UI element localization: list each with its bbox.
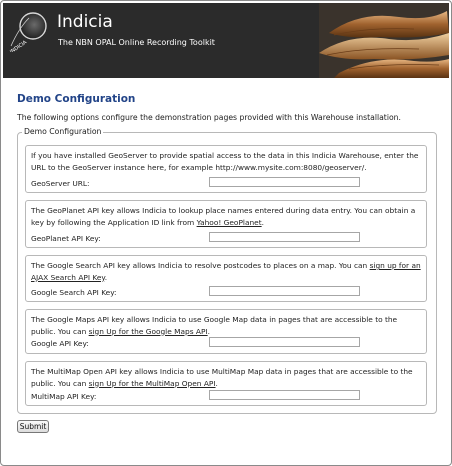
multimap-api-key-label: MultiMap API Key: xyxy=(31,392,97,401)
multimap-api-key-input[interactable] xyxy=(209,390,360,400)
geoplanet-section: The GeoPlanet API key allows Indicia to … xyxy=(25,200,427,248)
bracket-fungus-image xyxy=(319,3,449,78)
submit-button[interactable]: Submit xyxy=(17,420,49,433)
google-maps-signup-link[interactable]: sign Up for the Google Maps API xyxy=(89,327,208,336)
google-search-api-key-input[interactable] xyxy=(209,286,360,296)
geoplanet-api-key-label: GeoPlanet API Key: xyxy=(31,234,101,243)
geoserver-url-input[interactable] xyxy=(209,177,360,187)
google-api-key-label: Google API Key: xyxy=(31,339,89,348)
geoserver-description: If you have installed GeoServer to provi… xyxy=(31,150,423,173)
google-maps-description: The Google Maps API key allows Indicia t… xyxy=(31,314,423,337)
geoplanet-description-end: . xyxy=(261,217,264,227)
google-search-api-key-label: Google Search API Key: xyxy=(31,288,117,297)
google-search-description: The Google Search API key allows Indicia… xyxy=(31,260,423,283)
google-maps-description-end: . xyxy=(207,326,210,336)
geoserver-section: If you have installed GeoServer to provi… xyxy=(25,145,427,193)
google-maps-section: The Google Maps API key allows Indicia t… xyxy=(25,309,427,354)
indicia-logo-icon: INDICIA xyxy=(9,12,47,52)
svg-text:INDICIA: INDICIA xyxy=(9,39,28,52)
google-api-key-input[interactable] xyxy=(209,337,360,347)
geoserver-url-label: GeoServer URL: xyxy=(31,179,90,188)
google-search-section: The Google Search API key allows Indicia… xyxy=(25,255,427,302)
geoplanet-description: The GeoPlanet API key allows Indicia to … xyxy=(31,205,423,228)
geoplanet-api-key-input[interactable] xyxy=(209,232,360,242)
google-search-description-text: The Google Search API key allows Indicia… xyxy=(31,261,370,270)
multimap-description: The MultiMap Open API key allows Indicia… xyxy=(31,366,423,389)
geoserver-description-text: If you have installed GeoServer to provi… xyxy=(31,151,419,172)
multimap-signup-link[interactable]: sign Up for the MultiMap Open API xyxy=(89,379,216,388)
fieldset-legend: Demo Configuration xyxy=(22,127,104,136)
multimap-description-end: . xyxy=(215,378,218,388)
header-banner: INDICIA Indicia The NBN OPAL Online Reco… xyxy=(3,3,449,78)
multimap-section: The MultiMap Open API key allows Indicia… xyxy=(25,361,427,406)
app-title: Indicia xyxy=(57,12,113,32)
page-title: Demo Configuration xyxy=(17,93,136,105)
google-maps-description-text: The Google Maps API key allows Indicia t… xyxy=(31,315,398,336)
google-search-description-end: . xyxy=(104,272,108,282)
window-frame: INDICIA Indicia The NBN OPAL Online Reco… xyxy=(0,0,452,466)
app-subtitle: The NBN OPAL Online Recording Toolkit xyxy=(58,38,215,47)
intro-text: The following options configure the demo… xyxy=(17,113,401,122)
yahoo-geoplanet-link[interactable]: Yahoo! GeoPlanet xyxy=(197,218,262,227)
